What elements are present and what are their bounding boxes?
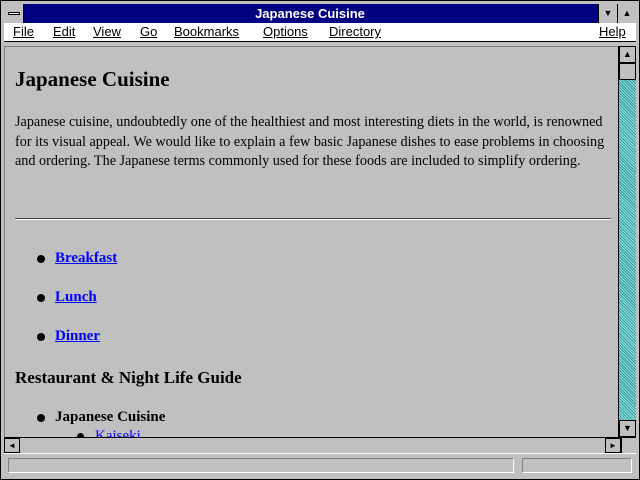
menu-view[interactable]: View: [93, 23, 121, 41]
scroll-thumb[interactable]: [619, 63, 636, 80]
menu-help-label: Help: [599, 24, 626, 39]
menu-go-label: Go: [140, 24, 158, 39]
bullet-icon: [37, 414, 45, 422]
menu-help[interactable]: Help: [599, 23, 626, 41]
progress-indicator: [522, 458, 632, 473]
browser-window: Japanese Cuisine ▼ ▲ File Edit View Go B…: [0, 0, 640, 480]
window-title: Japanese Cuisine: [255, 6, 365, 21]
link-lunch[interactable]: Lunch: [55, 289, 97, 305]
horizontal-rule: [15, 218, 611, 220]
scroll-up-button[interactable]: ▲: [619, 46, 636, 63]
scroll-right-button[interactable]: ►: [605, 438, 621, 453]
scroll-track[interactable]: [619, 46, 636, 437]
link-breakfast[interactable]: Breakfast: [55, 250, 117, 266]
horizontal-scrollbar[interactable]: ◄ ►: [4, 437, 621, 453]
scrollbar-corner: [621, 437, 636, 453]
menu-file-label: File: [13, 24, 34, 39]
intro-paragraph: Japanese cuisine, undoubtedly one of the…: [15, 114, 605, 169]
menu-options[interactable]: Options: [263, 23, 308, 41]
menu-view-label: View: [93, 24, 121, 39]
link-dinner[interactable]: Dinner: [55, 328, 100, 344]
list-item-lunch: Lunch: [37, 289, 97, 306]
menu-directory[interactable]: Directory: [329, 23, 381, 41]
system-menu-icon: [8, 12, 20, 15]
document-view[interactable]: Japanese Cuisine Japanese cuisine, undou…: [4, 46, 618, 437]
bullet-icon: [37, 255, 45, 263]
menu-go[interactable]: Go: [140, 23, 157, 41]
guide-item-japanese-cuisine: Japanese Cuisine: [37, 409, 166, 426]
page-title: Japanese Cuisine: [15, 67, 170, 91]
menu-edit[interactable]: Edit: [53, 23, 75, 41]
scroll-down-button[interactable]: ▼: [619, 420, 636, 437]
list-item-dinner: Dinner: [37, 328, 100, 345]
list-item-breakfast: Breakfast: [37, 250, 117, 267]
menu-file[interactable]: File: [13, 23, 34, 41]
scroll-left-button[interactable]: ◄: [4, 438, 20, 453]
menu-options-label: Options: [263, 24, 308, 39]
menu-bookmarks[interactable]: Bookmarks: [174, 23, 239, 41]
bullet-icon: [37, 294, 45, 302]
menu-bookmarks-label: Bookmarks: [174, 24, 240, 39]
vertical-scrollbar[interactable]: ▲ ▼: [618, 46, 636, 437]
guide-item-label: Japanese Cuisine: [55, 409, 166, 425]
title-bar[interactable]: Japanese Cuisine ▼ ▲: [4, 4, 636, 23]
status-text: [8, 458, 514, 473]
maximize-button[interactable]: ▲: [617, 4, 636, 23]
menu-directory-label: Directory: [329, 24, 382, 39]
guide-subitem-kaiseki: Kaiseki: [77, 428, 141, 437]
link-kaiseki[interactable]: Kaiseki: [95, 428, 141, 437]
system-menu-button[interactable]: [4, 4, 24, 23]
minimize-button[interactable]: ▼: [598, 4, 617, 23]
menu-bar: File Edit View Go Bookmarks Options Dire…: [4, 23, 636, 42]
guide-heading: Restaurant & Night Life Guide: [15, 368, 242, 387]
status-bar: [4, 453, 636, 477]
bullet-icon: [37, 333, 45, 341]
menu-edit-label: Edit: [53, 24, 76, 39]
